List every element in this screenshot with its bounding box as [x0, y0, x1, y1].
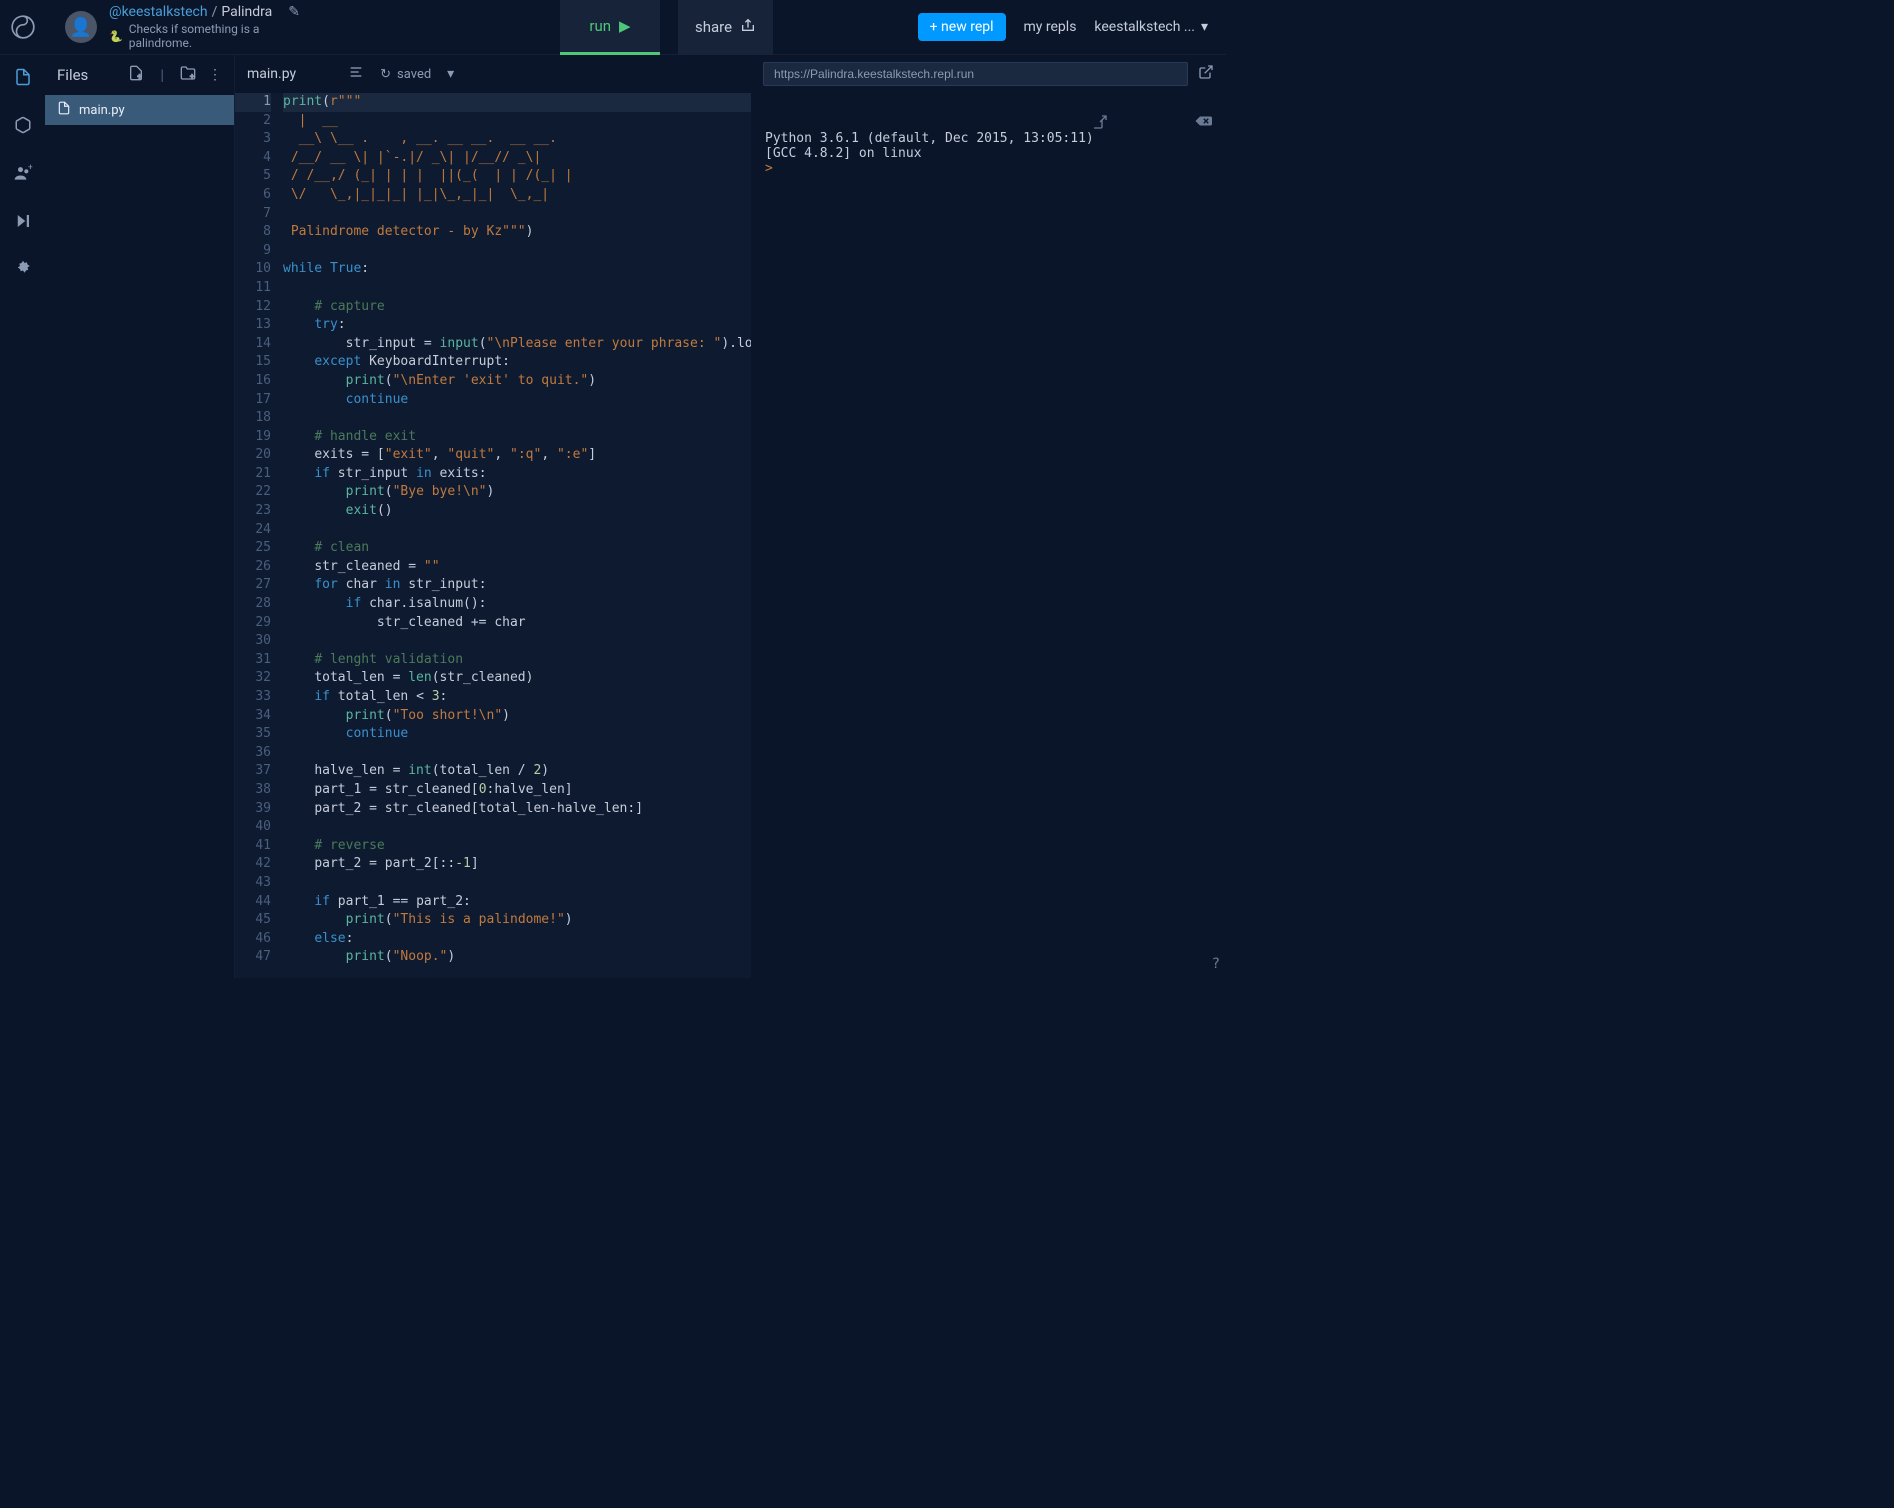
repl-url-input[interactable]: [763, 62, 1188, 86]
code-line[interactable]: # lenght validation: [283, 651, 751, 670]
files-rail-icon[interactable]: [13, 67, 33, 87]
debugger-rail-icon[interactable]: [13, 211, 33, 231]
edit-icon[interactable]: ✎: [288, 4, 300, 20]
code-line[interactable]: total_len = len(str_cleaned): [283, 669, 751, 688]
code-line[interactable]: for char in str_input:: [283, 576, 751, 595]
code-line[interactable]: [283, 242, 751, 261]
more-icon[interactable]: ⋮: [208, 67, 222, 83]
format-icon[interactable]: [348, 64, 364, 84]
chevron-down-icon: ▾: [1201, 19, 1208, 35]
code-line[interactable]: | __: [283, 112, 751, 131]
settings-rail-icon[interactable]: [13, 259, 33, 279]
avatar[interactable]: 👤: [65, 11, 97, 43]
code-line[interactable]: # reverse: [283, 837, 751, 856]
code-line[interactable]: part_1 = str_cleaned[0:halve_len]: [283, 781, 751, 800]
file-name: main.py: [79, 103, 125, 118]
code-line[interactable]: if char.isalnum():: [283, 595, 751, 614]
packages-rail-icon[interactable]: [13, 115, 33, 135]
code-line[interactable]: print("Bye bye!\n"): [283, 483, 751, 502]
code-line[interactable]: [283, 205, 751, 224]
code-line[interactable]: if part_1 == part_2:: [283, 893, 751, 912]
code-line[interactable]: if str_input in exits:: [283, 465, 751, 484]
run-button[interactable]: run ▶: [560, 0, 660, 55]
code-line[interactable]: print("Too short!\n"): [283, 707, 751, 726]
code-line[interactable]: print("\nEnter 'exit' to quit."): [283, 372, 751, 391]
my-repls-button[interactable]: my repls: [1024, 19, 1077, 35]
terminal-clear-icon[interactable]: [1116, 99, 1212, 149]
code-line[interactable]: # handle exit: [283, 428, 751, 447]
code-line[interactable]: Palindrome detector - by Kz"""): [283, 223, 751, 242]
code-line[interactable]: print("Noop."): [283, 948, 751, 967]
project-info: @keestalkstech / Palindra ✎ 🐍 Checks if …: [109, 4, 300, 50]
share-icon: [740, 17, 756, 37]
code-line[interactable]: [283, 279, 751, 298]
code-line[interactable]: else:: [283, 930, 751, 949]
refresh-icon: ↻: [380, 67, 391, 82]
code-line[interactable]: [283, 874, 751, 893]
terminal-panel: Python 3.6.1 (default, Dec 2015, 13:05:1…: [751, 55, 1226, 978]
code-line[interactable]: \/ \_,|_|_|_| |_|\_,_|_| \_,_|: [283, 186, 751, 205]
code-line[interactable]: part_2 = part_2[::-1]: [283, 855, 751, 874]
code-line[interactable]: print(r""": [283, 93, 751, 112]
code-line[interactable]: exits = ["exit", "quit", ":q", ":e"]: [283, 446, 751, 465]
code-line[interactable]: str_cleaned += char: [283, 614, 751, 633]
terminal-output[interactable]: Python 3.6.1 (default, Dec 2015, 13:05:1…: [751, 93, 1226, 978]
code-line[interactable]: # clean: [283, 539, 751, 558]
code-line[interactable]: print("This is a palindome!"): [283, 911, 751, 930]
code-line[interactable]: __\ \__ . , __. __ __. __ __.: [283, 130, 751, 149]
multiplayer-rail-icon[interactable]: +: [13, 163, 33, 183]
terminal-prompt: >: [765, 161, 773, 176]
code-line[interactable]: part_2 = str_cleaned[total_len-halve_len…: [283, 800, 751, 819]
replit-logo[interactable]: [0, 0, 45, 55]
code-line[interactable]: [283, 409, 751, 428]
code-line[interactable]: / /__,/ (_| | | | ||(_( | | /(_| |: [283, 167, 751, 186]
left-rail: +: [0, 55, 45, 978]
code-line[interactable]: exit(): [283, 502, 751, 521]
new-folder-icon[interactable]: +: [180, 65, 196, 85]
code-line[interactable]: try:: [283, 316, 751, 335]
files-title: Files: [57, 66, 88, 84]
history-dropdown-icon[interactable]: ▾: [447, 66, 454, 82]
svg-text:+: +: [138, 72, 142, 81]
terminal-enter-icon[interactable]: [1013, 99, 1107, 149]
username-link[interactable]: @keestalkstech: [109, 4, 208, 20]
tab-filename[interactable]: main.py: [247, 66, 296, 82]
new-file-icon[interactable]: +: [128, 65, 144, 85]
code-line[interactable]: while True:: [283, 260, 751, 279]
separator: |: [160, 66, 164, 84]
code-line[interactable]: # capture: [283, 298, 751, 317]
open-external-icon[interactable]: [1198, 64, 1214, 84]
path-separator: /: [212, 4, 218, 20]
help-icon[interactable]: ?: [1212, 956, 1220, 972]
code-line[interactable]: if total_len < 3:: [283, 688, 751, 707]
project-name: Palindra: [221, 4, 272, 20]
file-item-main[interactable]: main.py: [45, 95, 234, 125]
saved-indicator: ↻ saved: [380, 67, 431, 82]
editor-panel: main.py ↻ saved ▾ 1234567891011121314151…: [235, 55, 751, 978]
code-editor[interactable]: 1234567891011121314151617181920212223242…: [235, 93, 751, 978]
code-line[interactable]: continue: [283, 725, 751, 744]
svg-text:+: +: [190, 72, 194, 81]
code-line[interactable]: str_input = input("\nPlease enter your p…: [283, 335, 751, 354]
app-header: 👤 @keestalkstech / Palindra ✎ 🐍 Checks i…: [0, 0, 1226, 55]
code-line[interactable]: str_cleaned = "": [283, 558, 751, 577]
code-line[interactable]: [283, 632, 751, 651]
file-icon: [57, 101, 71, 119]
code-line[interactable]: [283, 818, 751, 837]
code-line[interactable]: [283, 744, 751, 763]
project-description: Checks if something is a palindrome.: [129, 22, 300, 50]
play-icon: ▶: [619, 17, 631, 35]
terminal-line-2: [GCC 4.8.2] on linux: [765, 146, 922, 161]
code-line[interactable]: halve_len = int(total_len / 2): [283, 762, 751, 781]
share-button[interactable]: share: [678, 0, 773, 55]
svg-text:+: +: [28, 163, 33, 173]
files-panel: Files + | + ⋮ main.py: [45, 55, 235, 978]
python-icon: 🐍: [109, 30, 123, 43]
user-menu[interactable]: keestalkstech ... ▾: [1094, 19, 1208, 35]
code-line[interactable]: [283, 521, 751, 540]
code-line[interactable]: /__/ __ \| |`-.|/ _\| |/__// _\|: [283, 149, 751, 168]
code-line[interactable]: except KeyboardInterrupt:: [283, 353, 751, 372]
new-repl-button[interactable]: + new repl: [918, 13, 1006, 41]
code-line[interactable]: continue: [283, 391, 751, 410]
